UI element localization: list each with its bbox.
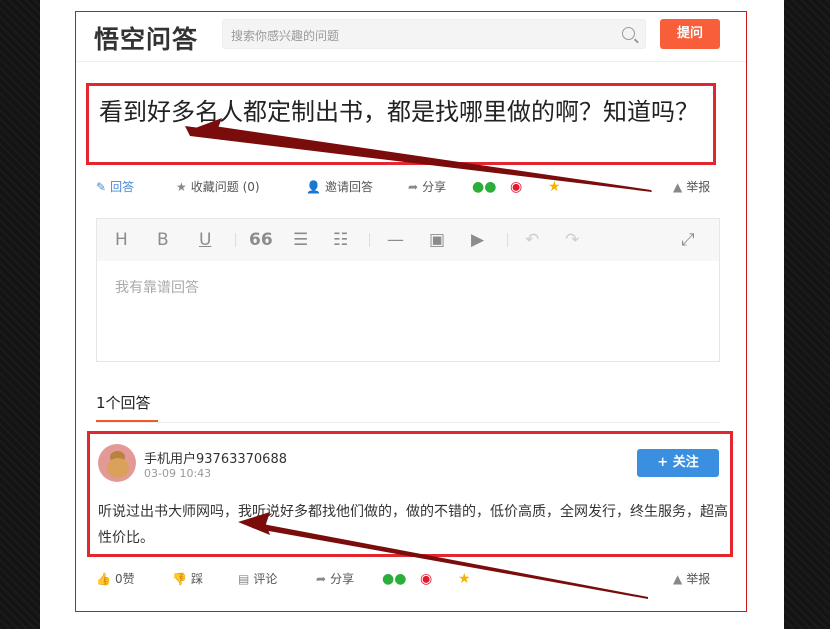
arrow-to-answer-head <box>238 512 270 535</box>
background-left <box>0 0 40 629</box>
page: 悟空问答 搜索你感兴趣的问题 提问 看到好多名人都定制出书，都是找哪里做的啊？知… <box>40 0 784 629</box>
annotation-arrows <box>185 118 652 599</box>
arrow-to-answer <box>252 522 648 599</box>
arrow-to-title <box>185 126 652 192</box>
background-right <box>784 0 830 629</box>
